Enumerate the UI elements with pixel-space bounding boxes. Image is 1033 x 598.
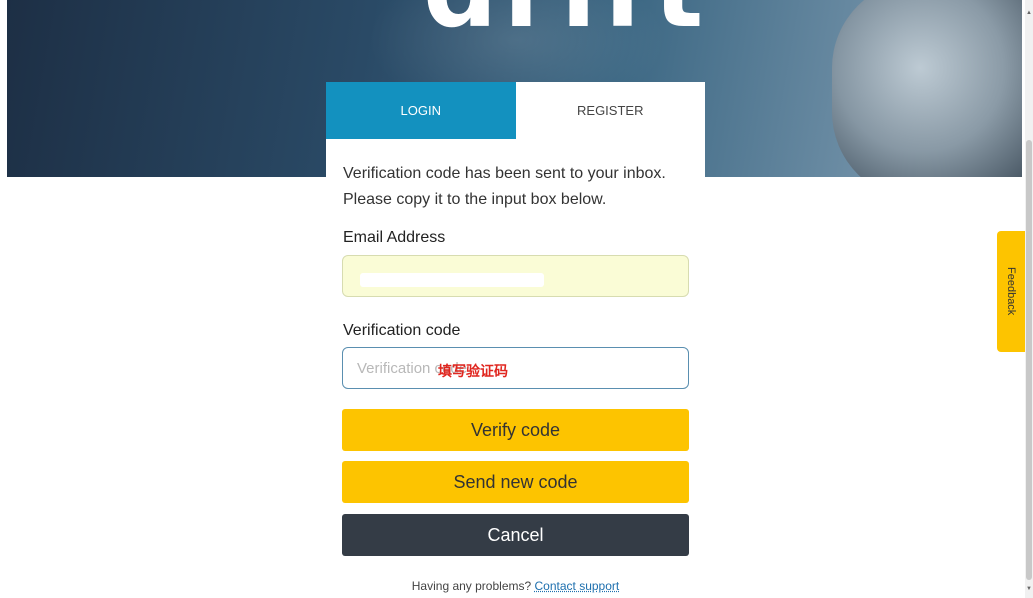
verify-code-button[interactable]: Verify code bbox=[342, 409, 689, 451]
verification-code-label: Verification code bbox=[343, 322, 461, 339]
tab-login[interactable]: LOGIN bbox=[326, 82, 516, 139]
message-line-1: Verification code has been sent to your … bbox=[343, 165, 666, 182]
scrollbar-thumb[interactable] bbox=[1026, 140, 1032, 580]
help-text: Having any problems? bbox=[411, 579, 532, 593]
auth-card: LOGIN REGISTER Verification code has bee… bbox=[326, 82, 705, 598]
annotation-fill-code: 填写验证码 bbox=[438, 364, 508, 380]
brand-logo: drift bbox=[423, 0, 709, 42]
feedback-label: Feedback bbox=[1005, 267, 1017, 316]
message-line-2: Please copy it to the input box below. bbox=[343, 191, 607, 208]
redacted-email-mask bbox=[360, 273, 544, 287]
scroll-down-arrow-icon[interactable]: ▼ bbox=[1025, 586, 1033, 592]
scroll-up-arrow-icon[interactable]: ▲ bbox=[1025, 10, 1033, 16]
send-new-code-button[interactable]: Send new code bbox=[342, 461, 689, 503]
auth-tabs: LOGIN REGISTER bbox=[326, 82, 705, 139]
hero-person-image bbox=[832, 0, 1022, 177]
verification-code-input[interactable] bbox=[342, 347, 689, 389]
email-label: Email Address bbox=[343, 229, 446, 246]
feedback-tab[interactable]: Feedback bbox=[997, 231, 1025, 352]
contact-support-link[interactable]: Contact support bbox=[535, 579, 620, 593]
tab-register[interactable]: REGISTER bbox=[516, 82, 706, 139]
help-line: Having any problems? Contact support bbox=[326, 579, 705, 593]
verification-message: Verification code has been sent to your … bbox=[343, 161, 693, 213]
cancel-button[interactable]: Cancel bbox=[342, 514, 689, 556]
